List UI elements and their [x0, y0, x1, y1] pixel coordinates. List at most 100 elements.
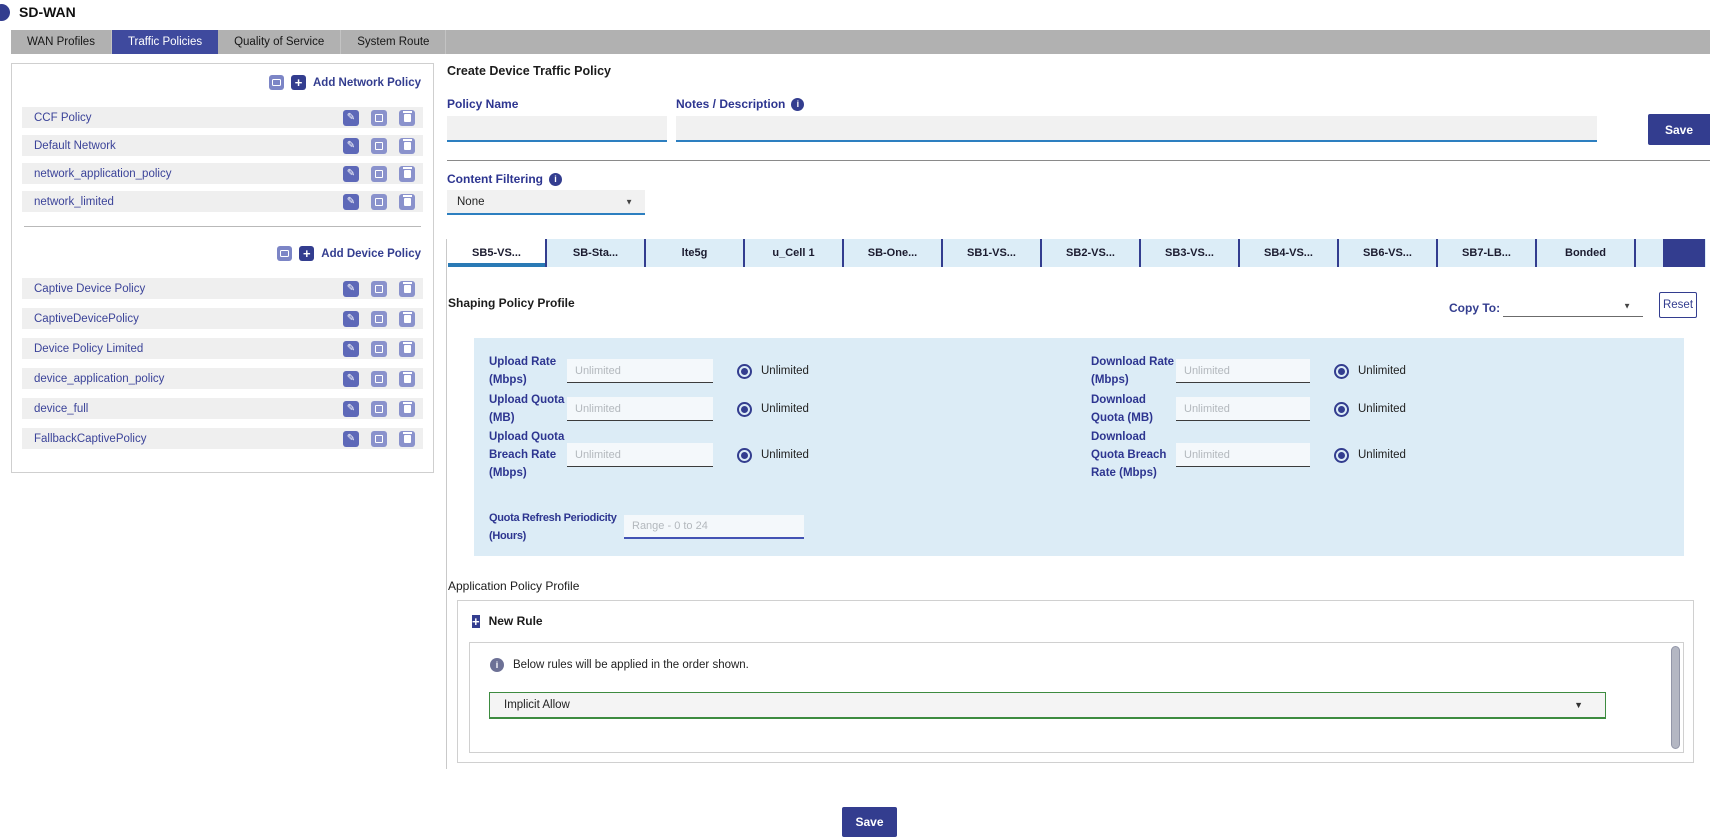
policy-name-input[interactable]	[447, 116, 667, 142]
copy-policy-icon[interactable]	[371, 431, 387, 447]
device-tab[interactable]: SB6-VS...	[1339, 239, 1438, 267]
edit-policy-icon[interactable]: ✎	[343, 341, 359, 357]
clone-device-policy-icon[interactable]	[277, 246, 292, 261]
chevron-down-icon: ▼	[1574, 700, 1583, 710]
edit-policy-icon[interactable]: ✎	[343, 431, 359, 447]
edit-policy-icon[interactable]: ✎	[343, 401, 359, 417]
new-rule-button[interactable]: + New Rule	[458, 601, 1693, 628]
main-tab[interactable]: WAN Profiles	[11, 30, 112, 54]
delete-policy-icon[interactable]	[399, 194, 415, 210]
tab-scroll-button[interactable]	[1663, 239, 1705, 267]
device-tab[interactable]: SB-Sta...	[547, 239, 646, 267]
copy-policy-icon[interactable]	[371, 401, 387, 417]
edit-policy-icon[interactable]: ✎	[343, 194, 359, 210]
content-filtering-label-text: Content Filtering	[447, 172, 543, 186]
delete-policy-icon[interactable]	[399, 431, 415, 447]
clone-network-policy-icon[interactable]	[269, 75, 284, 90]
upload-quota-input[interactable]	[567, 397, 713, 421]
add-network-policy-plus-icon[interactable]: +	[291, 75, 306, 90]
edit-policy-icon[interactable]: ✎	[343, 110, 359, 126]
add-device-policy-plus-icon[interactable]: +	[299, 246, 314, 261]
delete-policy-icon[interactable]	[399, 110, 415, 126]
add-network-policy-link[interactable]: Add Network Policy	[313, 77, 421, 89]
copy-policy-icon[interactable]	[371, 138, 387, 154]
device-tab-label: Bonded	[1565, 247, 1606, 259]
device-tab[interactable]: SB2-VS...	[1042, 239, 1141, 267]
device-tab[interactable]: Bonded	[1537, 239, 1636, 267]
policy-name-link[interactable]: Default Network	[34, 140, 116, 152]
device-tab[interactable]: SB-One...	[844, 239, 943, 267]
edit-policy-icon[interactable]: ✎	[343, 311, 359, 327]
notes-info-icon[interactable]: i	[791, 98, 804, 111]
edit-policy-icon[interactable]: ✎	[343, 371, 359, 387]
download-quota-unlimited-radio[interactable]: Unlimited	[1334, 402, 1406, 417]
save-policy-button-top[interactable]: Save	[1648, 114, 1710, 145]
info-icon: i	[490, 658, 504, 672]
main-tab[interactable]: Quality of Service	[218, 30, 341, 54]
edit-policy-icon[interactable]: ✎	[343, 166, 359, 182]
download-quota-breach-unlimited-radio[interactable]: Unlimited	[1334, 448, 1406, 463]
shaping-profile-title: Shaping Policy Profile	[448, 296, 575, 310]
copy-policy-icon[interactable]	[371, 166, 387, 182]
main-tab[interactable]: Traffic Policies	[112, 30, 218, 54]
delete-policy-icon[interactable]	[399, 138, 415, 154]
device-tab[interactable]: u_Cell 1	[745, 239, 844, 267]
policy-name-link[interactable]: CCF Policy	[34, 112, 92, 124]
content-filtering-info-icon[interactable]: i	[549, 173, 562, 186]
reset-button[interactable]: Reset	[1659, 292, 1697, 318]
edit-policy-icon[interactable]: ✎	[343, 281, 359, 297]
edit-policy-icon[interactable]: ✎	[343, 138, 359, 154]
download-rate-unlimited-radio[interactable]: Unlimited	[1334, 364, 1406, 379]
copy-policy-icon[interactable]	[371, 311, 387, 327]
copy-policy-icon[interactable]	[371, 281, 387, 297]
upload-quota-breach-row: Upload Quota Breach Rate (Mbps) Unlimite…	[489, 428, 1089, 482]
policy-name-link[interactable]: network_limited	[34, 196, 114, 208]
save-policy-button-bottom[interactable]: Save	[842, 807, 897, 837]
copy-policy-icon[interactable]	[371, 371, 387, 387]
device-tab[interactable]: SB4-VS...	[1240, 239, 1339, 267]
download-quota-breach-input[interactable]	[1176, 443, 1310, 467]
policy-name-link[interactable]: FallbackCaptivePolicy	[34, 433, 147, 445]
upload-quota-breach-unlimited-radio[interactable]: Unlimited	[737, 448, 809, 463]
radio-label: Unlimited	[761, 365, 809, 377]
policy-row-actions: ✎	[343, 311, 415, 327]
device-tab[interactable]: SB7-LB...	[1438, 239, 1537, 267]
policy-name-link[interactable]: device_application_policy	[34, 373, 164, 385]
copy-policy-icon[interactable]	[371, 194, 387, 210]
copy-policy-icon[interactable]	[371, 110, 387, 126]
upload-rate-input[interactable]	[567, 359, 713, 383]
copy-glyph-icon	[375, 315, 383, 323]
device-tab[interactable]: lte5g	[646, 239, 745, 267]
rules-scrollbar[interactable]	[1671, 646, 1680, 749]
main-tab[interactable]: System Route	[341, 30, 446, 54]
device-tab[interactable]: SB5-VS...	[448, 239, 547, 267]
delete-policy-icon[interactable]	[399, 371, 415, 387]
delete-policy-icon[interactable]	[399, 401, 415, 417]
delete-policy-icon[interactable]	[399, 341, 415, 357]
policy-name-link[interactable]: device_full	[34, 403, 88, 415]
upload-quota-breach-input[interactable]	[567, 443, 713, 467]
delete-policy-icon[interactable]	[399, 166, 415, 182]
delete-policy-icon[interactable]	[399, 311, 415, 327]
rule-select[interactable]: Implicit Allow ▼	[489, 692, 1606, 719]
policy-name-link[interactable]: network_application_policy	[34, 168, 171, 180]
copy-to-select[interactable]: ▼	[1503, 295, 1643, 317]
download-quota-row: Download Quota (MB) Unlimited	[1091, 390, 1671, 428]
content-filtering-select[interactable]: None ▼	[447, 190, 645, 215]
device-tab[interactable]: SB3-VS...	[1141, 239, 1240, 267]
notes-input[interactable]	[676, 116, 1597, 142]
download-rate-input[interactable]	[1176, 359, 1310, 383]
add-device-policy-link[interactable]: Add Device Policy	[321, 248, 421, 260]
delete-policy-icon[interactable]	[399, 281, 415, 297]
sdwan-page: SD-WAN WAN Profiles Traffic Policies Qua…	[0, 0, 1710, 838]
copy-policy-icon[interactable]	[371, 341, 387, 357]
policy-name-link[interactable]: Captive Device Policy	[34, 283, 145, 295]
quota-refresh-input[interactable]	[624, 515, 804, 539]
device-tab[interactable]: SB1-VS...	[943, 239, 1042, 267]
policy-name-link[interactable]: CaptiveDevicePolicy	[34, 313, 139, 325]
trash-icon	[404, 435, 411, 443]
download-quota-input[interactable]	[1176, 397, 1310, 421]
upload-rate-unlimited-radio[interactable]: Unlimited	[737, 364, 809, 379]
upload-quota-unlimited-radio[interactable]: Unlimited	[737, 402, 809, 417]
policy-name-link[interactable]: Device Policy Limited	[34, 343, 143, 355]
